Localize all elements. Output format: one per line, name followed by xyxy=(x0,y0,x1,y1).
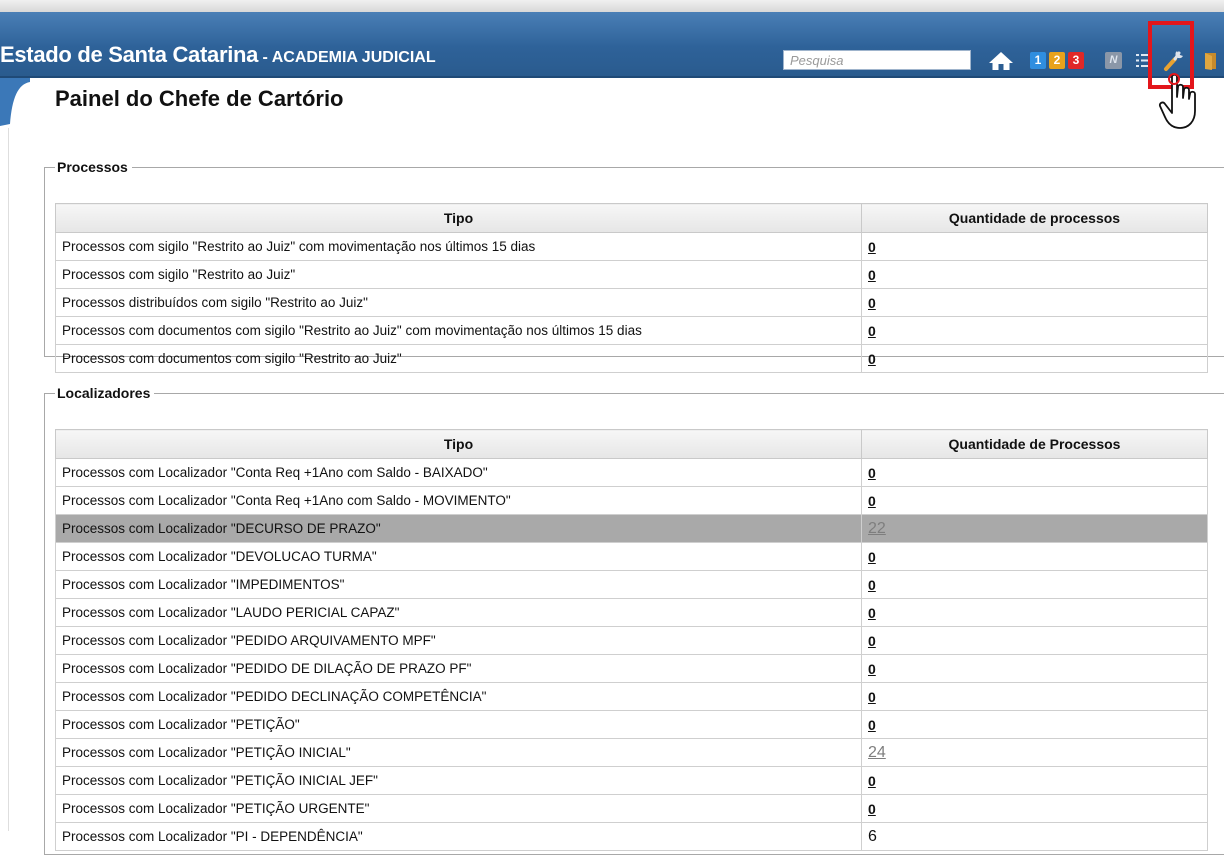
row-quantidade-link[interactable]: 0 xyxy=(868,605,876,621)
row-tipo: Processos com Localizador "PI - DEPENDÊN… xyxy=(55,822,862,851)
processos-legend: Processos xyxy=(57,159,128,175)
row-tipo: Processos com Localizador "PETIÇÃO INICI… xyxy=(55,766,862,795)
badge-1[interactable]: 1 xyxy=(1030,52,1046,69)
app-header: Estado de Santa Catarina - ACADEMIA JUDI… xyxy=(0,12,1224,78)
col-tipo[interactable]: Tipo xyxy=(55,429,862,459)
row-quantidade-link[interactable]: 0 xyxy=(868,661,876,677)
left-guide-line xyxy=(8,128,9,831)
table-row-selected[interactable]: Processos com Localizador "DECURSO DE PR… xyxy=(55,514,1208,543)
row-quantidade-link[interactable]: 0 xyxy=(868,801,876,817)
row-quantidade-link[interactable]: 0 xyxy=(868,717,876,733)
row-tipo: Processos com Localizador "PEDIDO ARQUIV… xyxy=(55,626,862,655)
left-accent-shape xyxy=(0,78,30,126)
row-tipo: Processos com documentos com sigilo "Res… xyxy=(55,316,862,345)
table-row: Processos com Localizador "PETIÇÃO INICI… xyxy=(55,738,1208,767)
row-quantidade-link[interactable]: 0 xyxy=(868,267,876,283)
row-quantidade-link[interactable]: 0 xyxy=(868,633,876,649)
row-quantidade-link[interactable]: 0 xyxy=(868,351,876,367)
search-input[interactable] xyxy=(783,50,971,70)
table-row: Processos com documentos com sigilo "Res… xyxy=(55,316,1208,345)
col-tipo[interactable]: Tipo xyxy=(55,203,862,233)
table-header-row: Tipo Quantidade de processos xyxy=(55,203,1208,233)
processos-table: Tipo Quantidade de processos Processos c… xyxy=(55,203,1208,373)
table-row: Processos com Localizador "PEDIDO DE DIL… xyxy=(55,654,1208,683)
table-row: Processos com Localizador "LAUDO PERICIA… xyxy=(55,598,1208,627)
table-row: Processos com Localizador "PEDIDO ARQUIV… xyxy=(55,626,1208,655)
badge-3[interactable]: 3 xyxy=(1068,52,1084,69)
row-quantidade-link[interactable]: 22 xyxy=(868,520,886,537)
row-tipo: Processos com Localizador "DEVOLUCAO TUR… xyxy=(55,542,862,571)
row-tipo: Processos com Localizador "PETIÇÃO" xyxy=(55,710,862,739)
row-quantidade-link[interactable]: 24 xyxy=(868,744,886,761)
n-icon[interactable]: N xyxy=(1105,52,1122,69)
row-quantidade-link[interactable]: 0 xyxy=(868,239,876,255)
row-tipo: Processos com sigilo "Restrito ao Juiz" … xyxy=(55,232,862,261)
row-tipo: Processos com Localizador "LAUDO PERICIA… xyxy=(55,598,862,627)
row-quantidade-value[interactable]: 6 xyxy=(868,828,877,845)
app-title[interactable]: Estado de Santa Catarina - ACADEMIA JUDI… xyxy=(0,42,436,68)
hand-cursor-icon xyxy=(1158,73,1196,129)
page-title: Painel do Chefe de Cartório xyxy=(55,86,344,111)
row-tipo: Processos com Localizador "PETIÇÃO URGEN… xyxy=(55,794,862,823)
row-tipo: Processos com Localizador "Conta Req +1A… xyxy=(55,486,862,515)
localizadores-fieldset: Localizadores Tipo Quantidade de Process… xyxy=(44,385,1224,855)
table-header-row: Tipo Quantidade de Processos xyxy=(55,429,1208,459)
app-title-main: Estado de Santa Catarina xyxy=(0,42,259,67)
col-quantidade[interactable]: Quantidade de Processos xyxy=(861,429,1208,459)
row-quantidade-link[interactable]: 0 xyxy=(868,465,876,481)
row-tipo: Processos com Localizador "IMPEDIMENTOS" xyxy=(55,570,862,599)
badge-2[interactable]: 2 xyxy=(1049,52,1065,69)
row-quantidade-link[interactable]: 0 xyxy=(868,493,876,509)
row-tipo: Processos com Localizador "DECURSO DE PR… xyxy=(55,514,862,543)
row-tipo: Processos com documentos com sigilo "Res… xyxy=(55,344,862,373)
processos-fieldset: Processos Tipo Quantidade de processos P… xyxy=(44,159,1224,373)
table-row: Processos com sigilo "Restrito ao Juiz" 0 xyxy=(55,260,1208,289)
app-title-sub: - ACADEMIA JUDICIAL xyxy=(258,49,436,66)
row-tipo: Processos com Localizador "PETIÇÃO INICI… xyxy=(55,738,862,767)
table-row: Processos com Localizador "PETIÇÃO INICI… xyxy=(55,766,1208,795)
localizadores-table: Tipo Quantidade de Processos Processos c… xyxy=(55,429,1208,851)
row-quantidade-link[interactable]: 0 xyxy=(868,689,876,705)
row-tipo: Processos distribuídos com sigilo "Restr… xyxy=(55,288,862,317)
table-row: Processos distribuídos com sigilo "Restr… xyxy=(55,288,1208,317)
row-quantidade-link[interactable]: 0 xyxy=(868,549,876,565)
col-quantidade[interactable]: Quantidade de processos xyxy=(861,203,1208,233)
row-quantidade-link[interactable]: 0 xyxy=(868,577,876,593)
table-row: Processos com Localizador "PI - DEPENDÊN… xyxy=(55,822,1208,851)
table-row: Processos com Localizador "PETIÇÃO URGEN… xyxy=(55,794,1208,823)
table-row: Processos com sigilo "Restrito ao Juiz" … xyxy=(55,232,1208,261)
table-row: Processos com Localizador "DEVOLUCAO TUR… xyxy=(55,542,1208,571)
table-row: Processos com documentos com sigilo "Res… xyxy=(55,344,1208,373)
table-row: Processos com Localizador "IMPEDIMENTOS"… xyxy=(55,570,1208,599)
exit-icon[interactable] xyxy=(1203,52,1219,70)
row-tipo: Processos com sigilo "Restrito ao Juiz" xyxy=(55,260,862,289)
row-quantidade-link[interactable]: 0 xyxy=(868,773,876,789)
row-quantidade-link[interactable]: 0 xyxy=(868,295,876,311)
table-row: Processos com Localizador "Conta Req +1A… xyxy=(55,486,1208,515)
table-row: Processos com Localizador "Conta Req +1A… xyxy=(55,458,1208,487)
home-icon[interactable] xyxy=(988,51,1014,71)
table-row: Processos com Localizador "PEDIDO DECLIN… xyxy=(55,682,1208,711)
row-quantidade-link[interactable]: 0 xyxy=(868,323,876,339)
row-tipo: Processos com Localizador "Conta Req +1A… xyxy=(55,458,862,487)
table-row: Processos com Localizador "PETIÇÃO" 0 xyxy=(55,710,1208,739)
row-tipo: Processos com Localizador "PEDIDO DECLIN… xyxy=(55,682,862,711)
localizadores-legend: Localizadores xyxy=(57,385,151,401)
row-tipo: Processos com Localizador "PEDIDO DE DIL… xyxy=(55,654,862,683)
